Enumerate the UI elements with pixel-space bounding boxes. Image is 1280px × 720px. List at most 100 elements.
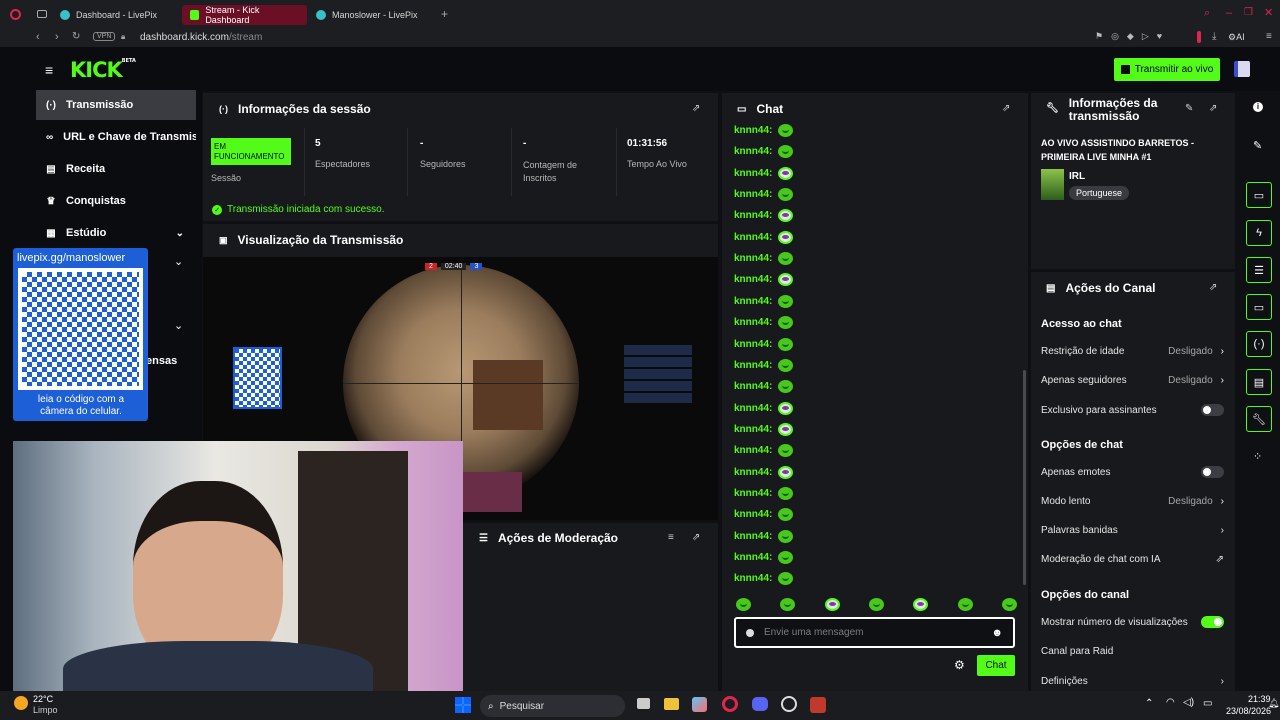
row-followers-only[interactable]: Apenas seguidores Desligado › (1041, 375, 1224, 386)
chat-scrollbar[interactable] (1023, 370, 1026, 585)
edit-icon[interactable]: ✎ (1185, 103, 1193, 114)
wrench-widget-icon[interactable]: 🔧︎ (1246, 406, 1272, 432)
chat-username[interactable]: knnn44: (734, 403, 772, 414)
chat-username[interactable]: knnn44: (734, 146, 772, 157)
chat-username[interactable]: knnn44: (734, 552, 772, 563)
expand-icon[interactable]: ⇗ (1209, 103, 1217, 114)
new-tab-icon[interactable]: + (441, 7, 448, 21)
row-raid-channel[interactable]: Canal para Raid (1041, 646, 1224, 657)
chat-username[interactable]: knnn44: (734, 296, 772, 307)
tab-livepix-manoslower[interactable]: Manoslower - LivePix (308, 5, 436, 25)
url-field[interactable]: dashboard.kick.com/stream (140, 32, 262, 43)
sidebar-item-url-chave[interactable]: ∞ URL e Chave de Transmissão (36, 122, 196, 152)
forward-icon[interactable]: › (55, 31, 59, 43)
chat-username[interactable]: knnn44: (734, 210, 772, 221)
chat-username[interactable]: knnn44: (734, 488, 772, 499)
info-icon[interactable]: i (1253, 102, 1263, 112)
chat-username[interactable]: knnn44: (734, 531, 772, 542)
sidebar-item-transmissao[interactable]: (·) Transmissão (36, 90, 196, 120)
filter-icon[interactable]: ≡ (668, 532, 674, 543)
app-icon[interactable] (692, 697, 707, 712)
tab-kick-dashboard[interactable]: Stream - Kick Dashboard (182, 5, 307, 25)
expand-icon[interactable]: ⇗ (1209, 282, 1217, 293)
expand-icon[interactable]: ⇗ (692, 532, 700, 543)
lightning-icon[interactable]: ϟ (1246, 220, 1272, 246)
chat-username[interactable]: knnn44: (734, 467, 772, 478)
clock-date[interactable]: 23/08/2026 (1226, 706, 1271, 716)
chat-username[interactable]: knnn44: (734, 360, 772, 371)
file-explorer-icon[interactable] (664, 698, 679, 710)
server-widget-icon[interactable]: ▤ (1246, 369, 1272, 395)
row-settings[interactable]: Definições › (1041, 676, 1224, 686)
steam-icon[interactable] (781, 696, 797, 712)
row-slow-mode[interactable]: Modo lento Desligado › (1041, 496, 1224, 507)
chat-username[interactable]: knnn44: (734, 274, 772, 285)
sidebar-item-conquistas[interactable]: ♛ Conquistas (36, 186, 196, 216)
volume-icon[interactable]: ◁) (1183, 697, 1194, 708)
taskbar-search[interactable]: ⌕ Pesquisar (480, 695, 625, 717)
tab-livepix-dashboard[interactable]: Dashboard - LivePix (52, 5, 180, 25)
emoji-icon[interactable]: ☻ (991, 627, 1003, 639)
close-window-icon[interactable]: ✕ (1264, 6, 1273, 19)
ai-button[interactable]: ⚙︎AI (1228, 32, 1245, 43)
hamburger-icon[interactable]: ≡ (45, 62, 53, 78)
tray-chevron-icon[interactable]: ⌃ (1145, 698, 1153, 709)
start-icon[interactable] (455, 697, 471, 713)
sidebar-partial-label[interactable]: ensas (146, 355, 177, 367)
discord-icon[interactable] (752, 697, 768, 711)
row-ai-moderation[interactable]: Moderação de chat com IA ⇗ (1041, 554, 1224, 565)
broadcast-widget-icon[interactable]: (·) (1246, 331, 1272, 357)
chevron-down-icon[interactable]: ⌄ (174, 255, 183, 268)
minimize-icon[interactable]: – (1226, 7, 1232, 19)
chat-username[interactable]: knnn44: (734, 189, 772, 200)
opera-logo-icon[interactable] (10, 9, 21, 20)
chat-username[interactable]: knnn44: (734, 445, 772, 456)
weather-icon[interactable] (14, 696, 28, 710)
chat-username[interactable]: knnn44: (734, 168, 772, 179)
vpn-badge[interactable]: VPN (93, 32, 116, 41)
battery-icon[interactable]: ▭ (1203, 698, 1212, 709)
chat-widget-icon[interactable]: ▭ (1246, 294, 1272, 320)
expand-icon[interactable]: ⇗ (692, 103, 700, 114)
chat-input[interactable]: Envie uma mensagem ☻ (734, 617, 1015, 648)
chat-username[interactable]: knnn44: (734, 125, 772, 136)
emote-picker-icon[interactable] (957, 598, 973, 611)
subscribers-only-toggle[interactable] (1201, 404, 1224, 416)
menu-icon[interactable]: ≡ (1266, 31, 1272, 42)
opera-taskbar-icon[interactable] (722, 696, 738, 712)
emote-picker-icon[interactable] (868, 598, 884, 611)
kick-logo[interactable]: KICKBETA (70, 58, 136, 82)
row-banned-words[interactable]: Palavras banidas › (1041, 525, 1224, 536)
search-tabs-icon[interactable]: ⌕ (1204, 7, 1210, 20)
chat-username[interactable]: knnn44: (734, 573, 772, 584)
download-icon[interactable]: ⤓ (1212, 31, 1216, 42)
extension-icons[interactable]: ⚑◎◆▷♥ (1095, 31, 1170, 42)
chevron-down-icon[interactable]: ⌄ (174, 319, 183, 332)
session-widget-icon[interactable]: ▭ (1246, 182, 1272, 208)
maximize-icon[interactable]: ❐ (1244, 7, 1253, 18)
chat-username[interactable]: knnn44: (734, 317, 772, 328)
back-icon[interactable]: ‹ (36, 31, 40, 43)
chat-username[interactable]: knnn44: (734, 509, 772, 520)
emote-picker-icon[interactable] (1001, 598, 1017, 611)
show-views-toggle[interactable] (1201, 616, 1224, 628)
pencil-icon[interactable]: ✎ (1253, 139, 1262, 152)
chat-settings-icon[interactable]: ⚙︎ (954, 658, 965, 672)
chat-username[interactable]: knnn44: (734, 253, 772, 264)
emotes-only-toggle[interactable] (1201, 466, 1224, 478)
workspace-icon[interactable] (37, 10, 47, 18)
task-view-icon[interactable] (637, 698, 650, 709)
chat-username[interactable]: knnn44: (734, 381, 772, 392)
chat-send-button[interactable]: Chat (977, 655, 1015, 676)
game-icon[interactable] (810, 697, 826, 713)
sidebar-item-estudio[interactable]: ▦ Estúdio ⌄ (36, 218, 196, 248)
heart-red-icon[interactable] (1197, 31, 1201, 43)
notification-icon[interactable]: 🔔︎ (1268, 698, 1279, 709)
list-widget-icon[interactable]: ☰ (1246, 257, 1272, 283)
avatar[interactable] (1234, 61, 1250, 77)
reload-icon[interactable]: ↻ (72, 31, 80, 42)
emote-picker-icon[interactable] (736, 598, 751, 611)
go-live-button[interactable]: Transmitir ao vivo (1114, 58, 1220, 81)
chat-username[interactable]: knnn44: (734, 339, 772, 350)
apps-icon[interactable]: ⁘ (1253, 450, 1262, 463)
